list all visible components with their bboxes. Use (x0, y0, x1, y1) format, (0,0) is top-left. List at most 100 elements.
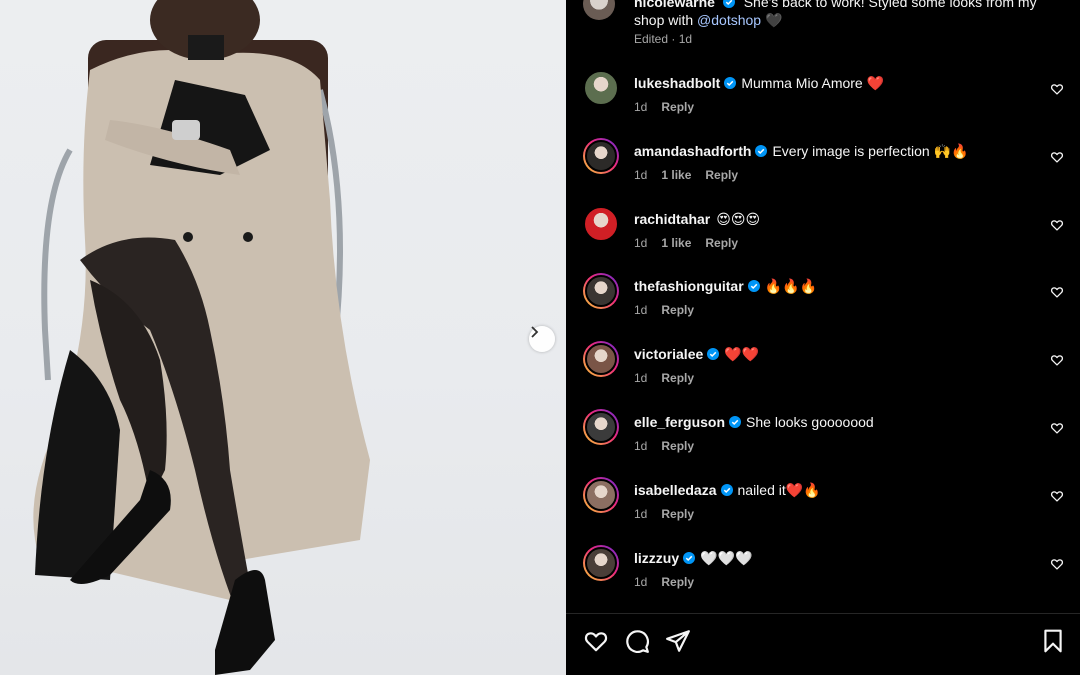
avatar[interactable] (583, 273, 619, 309)
bookmark-icon[interactable] (1040, 628, 1066, 654)
avatar[interactable] (583, 341, 619, 377)
comment-text: 🤍🤍🤍 (700, 550, 753, 566)
comment-line: isabelledaza nailed it❤️🔥 (634, 481, 821, 499)
comment-username[interactable]: rachidtahar (634, 211, 710, 227)
paper-plane-icon[interactable] (665, 628, 691, 654)
reply-button[interactable]: Reply (661, 439, 694, 453)
verified-badge-icon (683, 552, 696, 564)
comment-username[interactable]: thefashionguitar (634, 278, 744, 294)
avatar-image (585, 275, 617, 307)
comment-row: thefashionguitar 🔥🔥🔥 1d Reply (566, 273, 1080, 339)
comment-username[interactable]: elle_ferguson (634, 414, 725, 430)
avatar[interactable] (583, 138, 619, 174)
reply-button[interactable]: Reply (661, 371, 694, 385)
comment-text: Mumma Mio Amore ❤️ (741, 75, 885, 91)
heart-outline-icon[interactable] (1050, 285, 1064, 299)
comment-text: 😍😍😍 (716, 211, 761, 227)
comment-row: amandashadforth Every image is perfection… (566, 138, 1080, 204)
verified-badge-icon (707, 348, 720, 360)
avatar-image (585, 343, 617, 375)
heart-outline-icon[interactable] (1050, 421, 1064, 435)
verified-badge-icon (755, 145, 768, 157)
comment-line: rachidtahar 😍😍😍 (634, 210, 760, 228)
comment-meta: 1d Reply (634, 100, 708, 114)
reply-button[interactable]: Reply (705, 236, 738, 250)
comment-username[interactable]: lukeshadbolt (634, 75, 720, 91)
caption-meta: Edited · 1d (634, 32, 693, 46)
comment-meta: 1d Reply (634, 371, 708, 385)
comment-time: 1d (634, 168, 648, 182)
heart-outline-icon[interactable] (1050, 82, 1064, 96)
comment-time: 1d (634, 371, 648, 385)
avatar[interactable] (583, 545, 619, 581)
comment-line: lukeshadbolt Mumma Mio Amore ❤️ (634, 74, 884, 92)
avatar[interactable] (583, 477, 619, 513)
verified-badge-icon (724, 77, 737, 89)
comment-likes[interactable]: 1 like (661, 168, 691, 182)
caption-trail: 🖤 (764, 12, 783, 28)
comment-time: 1d (634, 236, 648, 250)
avatar[interactable] (583, 0, 615, 20)
comment-line: lizzzuy 🤍🤍🤍 (634, 549, 752, 567)
comment-time: 1d (634, 439, 648, 453)
heart-outline-icon[interactable] (1050, 353, 1064, 367)
comment-username[interactable]: isabelledaza (634, 482, 717, 498)
verified-badge-icon (729, 416, 742, 428)
comment-username[interactable]: victorialee (634, 346, 703, 362)
comment-row: rachidtahar 😍😍😍 1d 1 like Reply (566, 206, 1080, 272)
reply-button[interactable]: Reply (661, 507, 694, 521)
heart-outline-icon[interactable] (1050, 489, 1064, 503)
caption-text: nicolewarne She's back to work! Styled s… (634, 0, 1064, 29)
verified-badge-icon (747, 280, 760, 292)
comment-username[interactable]: amandashadforth (634, 143, 751, 159)
comment-likes[interactable]: 1 like (661, 236, 691, 250)
post-photo[interactable] (0, 0, 566, 675)
reply-button[interactable]: Reply (661, 303, 694, 317)
comment-meta: 1d 1 like Reply (634, 168, 752, 182)
comment-time: 1d (634, 303, 648, 317)
comment-meta: 1d 1 like Reply (634, 236, 752, 250)
reply-button[interactable]: Reply (705, 168, 738, 182)
comment-text: Every image is perfection 🙌🔥 (772, 143, 969, 159)
comment-row: lizzzuy 🤍🤍🤍 1d Reply (566, 545, 1080, 611)
comment-text: 🔥🔥🔥 (764, 278, 817, 294)
comment-time: 1d (634, 507, 648, 521)
heart-outline-icon[interactable] (1050, 557, 1064, 571)
comment-line: amandashadforth Every image is perfection… (634, 142, 968, 160)
action-bar (566, 614, 1080, 675)
post-caption: nicolewarne She's back to work! Styled s… (566, 0, 1080, 58)
post-photo-illustration (33, 0, 370, 675)
reply-button[interactable]: Reply (661, 100, 694, 114)
chevron-right-icon (531, 326, 539, 338)
avatar[interactable] (583, 206, 619, 242)
avatar[interactable] (583, 70, 619, 106)
verified-badge-icon (720, 484, 733, 496)
heart-outline-icon[interactable] (1050, 150, 1064, 164)
avatar-image (585, 479, 617, 511)
comment-meta: 1d Reply (634, 303, 708, 317)
avatar-image (583, 206, 619, 242)
heart-outline-icon[interactable] (1050, 218, 1064, 232)
comment-username[interactable]: lizzzuy (634, 550, 679, 566)
verified-badge-icon (722, 0, 735, 8)
comments-panel: nicolewarne She's back to work! Styled s… (566, 0, 1080, 675)
caption-mention[interactable]: @dotshop (697, 12, 761, 28)
comment-meta: 1d Reply (634, 439, 708, 453)
comment-meta: 1d Reply (634, 575, 708, 589)
caption-username[interactable]: nicolewarne (634, 0, 715, 10)
avatar-image (583, 70, 619, 106)
comment-row: lukeshadbolt Mumma Mio Amore ❤️ 1d Reply (566, 70, 1080, 136)
comment-bubble-icon[interactable] (624, 628, 650, 654)
avatar-image (585, 411, 617, 443)
comment-meta: 1d Reply (634, 507, 708, 521)
comment-row: victorialee ❤️❤️ 1d Reply (566, 341, 1080, 407)
comment-row: elle_ferguson She looks gooooood 1d Reply (566, 409, 1080, 475)
comment-line: elle_ferguson She looks gooooood (634, 413, 874, 431)
heart-outline-icon[interactable] (583, 628, 609, 654)
comment-text: nailed it❤️🔥 (737, 482, 821, 498)
reply-button[interactable]: Reply (661, 575, 694, 589)
comment-line: thefashionguitar 🔥🔥🔥 (634, 277, 817, 295)
comment-time: 1d (634, 575, 648, 589)
carousel-next-button[interactable] (529, 326, 555, 352)
avatar[interactable] (583, 409, 619, 445)
